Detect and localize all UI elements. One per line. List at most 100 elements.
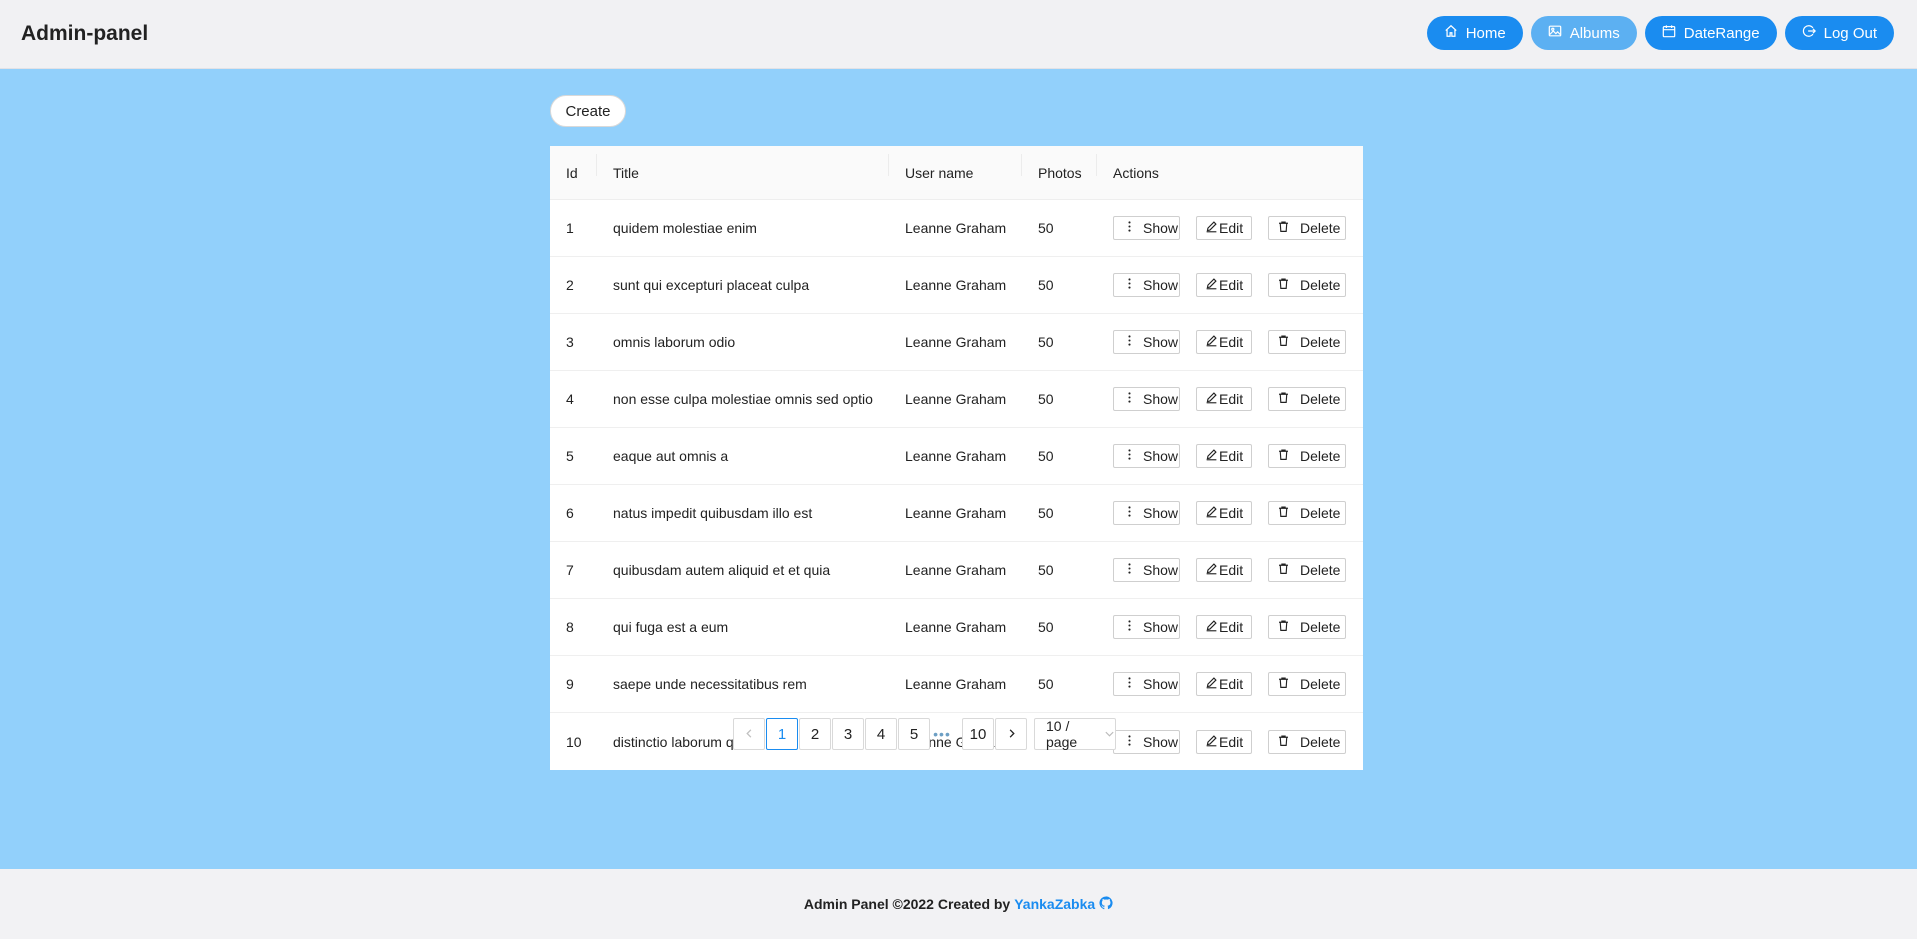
pagination-page-4[interactable]: 4 (865, 718, 897, 750)
cell-actions: Show Edit Delete (1097, 501, 1363, 525)
more-vertical-icon (1123, 448, 1136, 464)
edit-button[interactable]: Edit (1196, 672, 1252, 696)
content-area: Create Id Title User name Photos Actions… (0, 69, 1917, 869)
cell-actions: Show Edit Delete (1097, 672, 1363, 696)
pagination-page-10[interactable]: 10 (962, 718, 994, 750)
show-label: Show (1143, 448, 1179, 464)
delete-button[interactable]: Delete (1268, 216, 1346, 240)
cell-user-name: Leanne Graham (905, 334, 1007, 350)
cell-title: natus impedit quibusdam illo est (613, 505, 813, 521)
edit-label: Edit (1219, 391, 1244, 407)
trash-icon (1277, 220, 1290, 236)
delete-label: Delete (1300, 562, 1341, 578)
cell-id: 4 (566, 391, 574, 407)
more-vertical-icon (1123, 619, 1136, 635)
chevron-left-icon (744, 726, 755, 743)
table-row: 2 sunt qui excepturi placeat culpa Leanne … (550, 257, 1363, 314)
trash-icon (1277, 734, 1290, 750)
github-icon[interactable] (1099, 895, 1113, 913)
cell-user-name: Leanne Graham (905, 391, 1007, 407)
pagination-page-5[interactable]: 5 (898, 718, 930, 750)
pagination-page-3[interactable]: 3 (832, 718, 864, 750)
edit-button[interactable]: Edit (1196, 273, 1252, 297)
show-label: Show (1143, 391, 1179, 407)
delete-button[interactable]: Delete (1268, 330, 1346, 354)
show-button[interactable]: Show (1113, 444, 1180, 468)
show-button[interactable]: Show (1113, 330, 1180, 354)
nav-daterange-button[interactable]: DateRange (1644, 16, 1777, 50)
cell-photos: 50 (1038, 448, 1054, 464)
edit-button[interactable]: Edit (1196, 387, 1252, 411)
column-header-photos: Photos (1022, 153, 1097, 181)
edit-button[interactable]: Edit (1196, 444, 1252, 468)
nav-logout-button[interactable]: Log Out (1784, 16, 1894, 50)
trash-icon (1277, 619, 1290, 635)
trash-icon (1277, 676, 1290, 692)
edit-icon (1205, 391, 1218, 407)
delete-button[interactable]: Delete (1268, 558, 1346, 582)
show-button[interactable]: Show (1113, 501, 1180, 525)
picture-icon (1548, 24, 1562, 42)
edit-button[interactable]: Edit (1196, 615, 1252, 639)
cell-actions: Show Edit Delete (1097, 216, 1363, 240)
pagination-next-button[interactable] (995, 718, 1027, 750)
delete-button[interactable]: Delete (1268, 729, 1346, 754)
cell-id: 10 (566, 733, 582, 750)
show-label: Show (1143, 277, 1179, 293)
delete-button[interactable]: Delete (1268, 444, 1346, 468)
table-body: 1 quidem molestiae enim Leanne Graham 50 Sho… (550, 200, 1363, 770)
table-row: 1 quidem molestiae enim Leanne Graham 50 Sho… (550, 200, 1363, 257)
pagination-prev-button[interactable] (733, 718, 765, 750)
more-vertical-icon (1123, 562, 1136, 578)
pagination-page-1[interactable]: 1 (766, 718, 798, 750)
show-button[interactable]: Show (1113, 729, 1180, 754)
edit-button[interactable]: Edit (1196, 729, 1252, 754)
cell-id: 7 (566, 562, 574, 578)
logout-icon (1802, 24, 1816, 42)
show-button[interactable]: Show (1113, 615, 1180, 639)
author-link[interactable]: YankaZabka (1014, 896, 1095, 912)
edit-label: Edit (1219, 334, 1244, 350)
show-button[interactable]: Show (1113, 387, 1180, 411)
cell-actions: Show Edit Delete (1097, 444, 1363, 468)
edit-label: Edit (1219, 505, 1244, 521)
trash-icon (1277, 334, 1290, 350)
nav-home-button[interactable]: Home (1426, 16, 1523, 50)
edit-button[interactable]: Edit (1196, 558, 1252, 582)
pagination-ellipsis[interactable]: ••• (928, 718, 956, 750)
delete-button[interactable]: Delete (1268, 273, 1346, 297)
cell-title: quibusdam autem aliquid et et quia (613, 562, 831, 578)
delete-label: Delete (1300, 676, 1341, 692)
pagination-page-2[interactable]: 2 (799, 718, 831, 750)
cell-id: 8 (566, 619, 574, 635)
delete-button[interactable]: Delete (1268, 387, 1346, 411)
edit-button[interactable]: Edit (1196, 330, 1252, 354)
delete-label: Delete (1300, 334, 1341, 350)
brand-title: Admin-panel (21, 22, 149, 45)
edit-icon (1205, 448, 1218, 464)
edit-icon (1205, 619, 1218, 635)
cell-actions: Show Edit Delete (1097, 558, 1363, 582)
show-button[interactable]: Show (1113, 273, 1180, 297)
edit-button[interactable]: Edit (1196, 216, 1252, 240)
create-button[interactable]: Create (550, 95, 626, 127)
delete-button[interactable]: Delete (1268, 501, 1346, 525)
cell-title: omnis laborum odio (613, 334, 736, 350)
footer-text: Admin Panel ©2022 Created by (803, 896, 1011, 912)
cell-photos: 50 (1038, 334, 1054, 350)
cell-id: 2 (566, 277, 574, 293)
delete-button[interactable]: Delete (1268, 615, 1346, 639)
cell-photos: 50 (1038, 220, 1054, 236)
edit-button[interactable]: Edit (1196, 501, 1252, 525)
nav-albums-button[interactable]: Albums (1530, 16, 1637, 50)
edit-label: Edit (1219, 676, 1244, 692)
page-size-select[interactable]: 10 / page (1034, 718, 1116, 750)
cell-title: quidem molestiae enim (613, 220, 757, 236)
show-label: Show (1143, 334, 1179, 350)
show-button[interactable]: Show (1113, 672, 1180, 696)
show-button[interactable]: Show (1113, 558, 1180, 582)
cell-id: 9 (566, 676, 574, 692)
delete-label: Delete (1300, 391, 1341, 407)
delete-button[interactable]: Delete (1268, 672, 1346, 696)
show-button[interactable]: Show (1113, 216, 1180, 240)
